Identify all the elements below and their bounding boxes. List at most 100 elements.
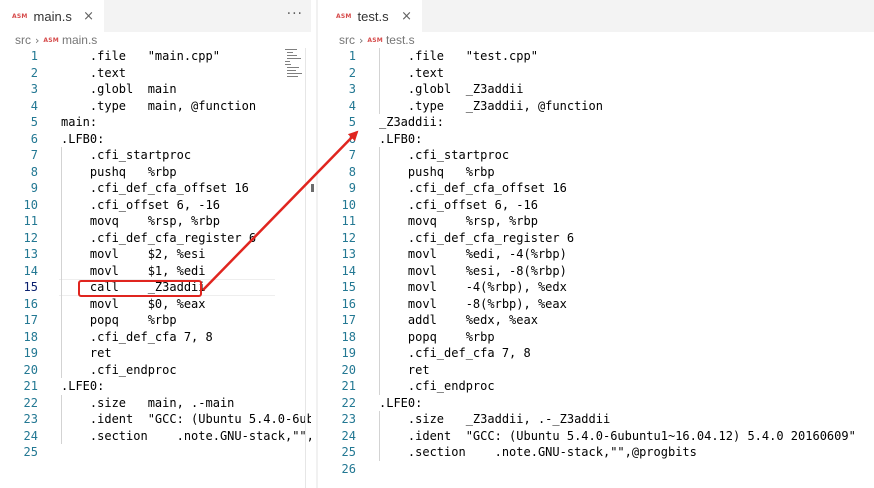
- code-text: .file "main.cpp": [61, 49, 220, 63]
- right-editor-pane: ASM test.s × src › ASM test.s 1 .file "t…: [324, 0, 874, 488]
- code-line[interactable]: 13 movl $2, %esi: [0, 246, 311, 263]
- code-line[interactable]: 24 .ident "GCC: (Ubuntu 5.4.0-6ubuntu1~1…: [324, 428, 874, 445]
- code-text: .cfi_endproc: [61, 362, 177, 377]
- breadcrumb-file-label: test.s: [385, 33, 415, 47]
- code-line[interactable]: 11 movq %rsp, %rbp: [0, 213, 311, 230]
- code-line[interactable]: 2 .text: [0, 65, 311, 82]
- minimap-line: [287, 52, 293, 54]
- code-line[interactable]: 5 _Z3addii:: [324, 114, 874, 131]
- tab-main-s[interactable]: ASM main.s ×: [0, 0, 104, 32]
- more-actions-icon[interactable]: ···: [287, 6, 303, 22]
- code-line[interactable]: 4 .type _Z3addii, @function: [324, 98, 874, 115]
- code-line[interactable]: 22 .LFE0:: [324, 395, 874, 412]
- code-line[interactable]: 3 .globl main: [0, 81, 311, 98]
- code-line[interactable]: 6 .LFB0:: [0, 131, 311, 148]
- close-icon[interactable]: ×: [81, 9, 96, 24]
- code-text: .globl main: [61, 82, 177, 96]
- minimap-line: [287, 67, 299, 69]
- code-text: _Z3addii:: [379, 115, 445, 129]
- code-line[interactable]: 6 .LFB0:: [324, 131, 874, 148]
- code-line[interactable]: 1 .file "main.cpp": [0, 48, 311, 65]
- minimap-line: [287, 58, 301, 60]
- code-text: popq %rbp: [61, 313, 177, 327]
- code-text: pushq %rbp: [379, 164, 495, 179]
- code-line[interactable]: 3 .globl _Z3addii: [324, 81, 874, 98]
- code-line[interactable]: 8 pushq %rbp: [324, 164, 874, 181]
- breadcrumb-file[interactable]: ASM test.s: [367, 33, 414, 47]
- code-line[interactable]: 7 .cfi_startproc: [0, 147, 311, 164]
- left-tab-bar: ASM main.s × ···: [0, 0, 311, 32]
- overview-ruler[interactable]: [305, 48, 306, 488]
- code-line[interactable]: 23 .ident "GCC: (Ubuntu 5.4.0-6ubuntu1~1…: [0, 411, 311, 428]
- code-line[interactable]: 15 movl -4(%rbp), %edx: [324, 279, 874, 296]
- code-line[interactable]: 16 movl -8(%rbp), %eax: [324, 296, 874, 313]
- code-line[interactable]: 10 .cfi_offset 6, -16: [324, 197, 874, 214]
- code-text: .cfi_def_cfa_register 6: [61, 230, 257, 245]
- code-text: .cfi_endproc: [379, 379, 495, 393]
- code-line[interactable]: 16 movl $0, %eax: [0, 296, 311, 313]
- code-text: .section .note.GNU-stack,"",@progbits: [379, 445, 697, 459]
- code-line[interactable]: 18 popq %rbp: [324, 329, 874, 346]
- code-line[interactable]: 20 ret: [324, 362, 874, 379]
- code-line[interactable]: 14 movl $1, %edi: [0, 263, 311, 280]
- code-text: .text: [379, 65, 445, 80]
- code-line[interactable]: 13 movl %edi, -4(%rbp): [324, 246, 874, 263]
- breadcrumb-folder[interactable]: src: [339, 33, 355, 47]
- code-line[interactable]: 17 addl %edx, %eax: [324, 312, 874, 329]
- code-line[interactable]: 9 .cfi_def_cfa_offset 16: [0, 180, 311, 197]
- code-line[interactable]: 25 .section .note.GNU-stack,"",@progbits: [324, 444, 874, 461]
- code-line[interactable]: 21 .cfi_endproc: [324, 378, 874, 395]
- line-number: 20: [341, 362, 356, 377]
- close-icon[interactable]: ×: [399, 9, 414, 24]
- code-line[interactable]: 24 .section .note.GNU-stack,"",@progbits: [0, 428, 311, 445]
- code-line[interactable]: 12 .cfi_def_cfa_register 6: [324, 230, 874, 247]
- code-line[interactable]: 11 movq %rsp, %rbp: [324, 213, 874, 230]
- code-line[interactable]: 21 .LFE0:: [0, 378, 311, 395]
- code-line[interactable]: 4 .type main, @function: [0, 98, 311, 115]
- code-line[interactable]: 9 .cfi_def_cfa_offset 16: [324, 180, 874, 197]
- code-text: ret: [379, 362, 430, 377]
- code-line[interactable]: 12 .cfi_def_cfa_register 6: [0, 230, 311, 247]
- breadcrumb-folder[interactable]: src: [15, 33, 31, 47]
- code-line[interactable]: 19 .cfi_def_cfa 7, 8: [324, 345, 874, 362]
- code-line[interactable]: 23 .size _Z3addii, .-_Z3addii: [324, 411, 874, 428]
- tab-label: test.s: [357, 8, 389, 24]
- code-text: .text: [61, 65, 127, 80]
- minimap-line: [287, 73, 302, 75]
- code-line[interactable]: 18 .cfi_def_cfa 7, 8: [0, 329, 311, 346]
- code-line[interactable]: 1 .file "test.cpp": [324, 48, 874, 65]
- code-text: ret: [61, 346, 112, 360]
- code-line[interactable]: 7 .cfi_startproc: [324, 147, 874, 164]
- line-number: 2: [348, 65, 356, 80]
- code-text: .cfi_def_cfa 7, 8: [379, 346, 531, 360]
- code-text: .size main, .-main: [61, 395, 235, 410]
- breadcrumb-file[interactable]: ASM main.s: [43, 33, 97, 47]
- tab-test-s[interactable]: ASM test.s ×: [324, 0, 422, 32]
- split-divider[interactable]: [316, 0, 318, 488]
- line-number: 15: [23, 280, 38, 294]
- indent-guide: [379, 147, 380, 395]
- line-number: 12: [341, 230, 356, 245]
- code-line[interactable]: 17 popq %rbp: [0, 312, 311, 329]
- callout-highlight-box: [78, 280, 202, 297]
- code-text: pushq %rbp: [61, 164, 177, 179]
- code-editor-main[interactable]: 1 .file "main.cpp" 2 .text 3 .globl main 4 …: [0, 48, 311, 488]
- chevron-right-icon: ›: [35, 33, 40, 47]
- code-text: .cfi_def_cfa_offset 16: [379, 181, 567, 195]
- indent-guide: [379, 411, 380, 461]
- code-line[interactable]: 8 pushq %rbp: [0, 164, 311, 181]
- code-line[interactable]: 22 .size main, .-main: [0, 395, 311, 412]
- code-line[interactable]: 10 .cfi_offset 6, -16: [0, 197, 311, 214]
- line-number: 13: [341, 247, 356, 261]
- minimap[interactable]: [284, 48, 304, 78]
- line-number: 18: [23, 329, 38, 344]
- code-line[interactable]: 25: [0, 444, 311, 461]
- code-line[interactable]: 2 .text: [324, 65, 874, 82]
- code-line[interactable]: 5 main:: [0, 114, 311, 131]
- code-editor-test[interactable]: 1 .file "test.cpp" 2 .text 3 .globl _Z3add…: [324, 48, 874, 488]
- code-line[interactable]: 26: [324, 461, 874, 478]
- code-text: .LFE0:: [61, 379, 105, 393]
- code-line[interactable]: 19 ret: [0, 345, 311, 362]
- code-line[interactable]: 14 movl %esi, -8(%rbp): [324, 263, 874, 280]
- code-line[interactable]: 20 .cfi_endproc: [0, 362, 311, 379]
